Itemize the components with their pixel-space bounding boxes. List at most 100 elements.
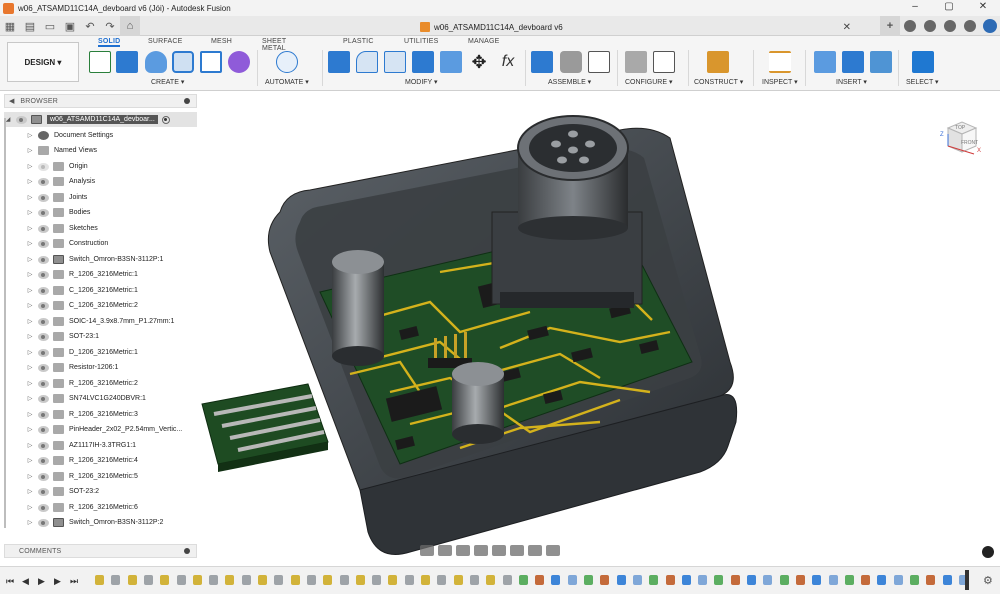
- timeline-feature-icon[interactable]: [844, 575, 854, 585]
- expand-triangle-icon[interactable]: ▷: [26, 504, 34, 511]
- visibility-eye-icon[interactable]: [38, 518, 49, 527]
- visibility-eye-icon[interactable]: [38, 456, 49, 465]
- timeline-feature-icon[interactable]: [421, 575, 430, 585]
- list-item[interactable]: ▷ C_1206_3216Metric:1: [26, 283, 138, 298]
- timeline-settings-icon[interactable]: ⚙: [983, 574, 993, 587]
- construct-group-label[interactable]: CONSTRUCT ▾: [694, 78, 743, 86]
- new-component-icon[interactable]: [531, 51, 553, 73]
- visibility-eye-icon[interactable]: [38, 441, 49, 450]
- tab-surface[interactable]: SURFACE: [148, 38, 182, 45]
- timeline-feature-icon[interactable]: [926, 575, 936, 585]
- list-item[interactable]: ▷ Construction: [26, 236, 108, 251]
- form-icon[interactable]: [228, 51, 250, 73]
- select-cursor-icon[interactable]: [912, 51, 934, 73]
- inspect-group-label[interactable]: INSPECT ▾: [762, 78, 798, 86]
- tab-mesh[interactable]: MESH: [211, 38, 232, 45]
- save-icon[interactable]: ▣: [60, 16, 80, 36]
- zoom-window-icon[interactable]: [492, 545, 506, 556]
- app-grid-icon[interactable]: ▦: [0, 16, 20, 36]
- offset-plane-icon[interactable]: [707, 51, 729, 73]
- timeline-feature-icon[interactable]: [111, 575, 121, 585]
- timeline-feature-icon[interactable]: [127, 575, 137, 585]
- list-item[interactable]: ▷ Document Settings: [26, 128, 113, 143]
- browser-options-icon[interactable]: [184, 98, 190, 104]
- visibility-eye-icon[interactable]: [38, 363, 49, 372]
- expand-triangle-icon[interactable]: ▷: [26, 256, 34, 263]
- close-tab-icon[interactable]: ✕: [843, 22, 851, 33]
- expand-triangle-icon[interactable]: ▷: [26, 380, 34, 387]
- select-group-label[interactable]: SELECT ▾: [906, 78, 939, 86]
- timeline-feature-icon[interactable]: [763, 575, 773, 585]
- visibility-eye-icon[interactable]: [38, 270, 49, 279]
- expand-triangle-icon[interactable]: ▷: [26, 488, 34, 495]
- visibility-eye-icon[interactable]: [38, 239, 49, 248]
- expand-triangle-icon[interactable]: ▷: [26, 395, 34, 402]
- combine-icon[interactable]: [440, 51, 462, 73]
- insert-group-label[interactable]: INSERT ▾: [836, 78, 867, 86]
- tab-plastic[interactable]: PLASTIC: [343, 38, 374, 45]
- timeline-feature-icon[interactable]: [632, 575, 642, 585]
- timeline-feature-icon[interactable]: [877, 575, 887, 585]
- press-pull-icon[interactable]: [328, 51, 350, 73]
- timeline-feature-icon[interactable]: [681, 575, 691, 585]
- move-copy-icon[interactable]: ✥: [468, 51, 490, 73]
- timeline-feature-icon[interactable]: [437, 575, 447, 585]
- list-item[interactable]: ▷ R_1206_3216Metric:5: [26, 469, 138, 484]
- timeline-feature-icon[interactable]: [812, 575, 822, 585]
- zoom-icon[interactable]: [474, 545, 488, 556]
- list-item[interactable]: ▷ Origin: [26, 159, 88, 174]
- comments-panel-header[interactable]: COMMENTS: [4, 544, 197, 558]
- revolve-icon[interactable]: [145, 51, 167, 73]
- tab-manage[interactable]: MANAGE: [468, 38, 500, 45]
- collapse-arrow-icon[interactable]: ◀: [9, 97, 14, 105]
- visibility-eye-icon[interactable]: [38, 301, 49, 310]
- expand-triangle-icon[interactable]: ▷: [26, 411, 34, 418]
- expand-triangle-icon[interactable]: ▷: [26, 147, 34, 154]
- chat-icon[interactable]: [982, 546, 994, 558]
- list-item[interactable]: ▷ Joints: [26, 190, 87, 205]
- expand-triangle-icon[interactable]: ▷: [26, 473, 34, 480]
- insert-canvas-icon[interactable]: [870, 51, 892, 73]
- timeline-feature-icon[interactable]: [502, 575, 512, 585]
- expand-triangle-icon[interactable]: ▷: [26, 194, 34, 201]
- list-item[interactable]: ▷ R_1206_3216Metric:6: [26, 500, 138, 515]
- assemble-group-label[interactable]: ASSEMBLE ▾: [548, 78, 591, 86]
- list-item[interactable]: ▷ Resistor-1206:1: [26, 360, 118, 375]
- list-item[interactable]: ▷ Switch_Omron-B3SN-3112P:1: [26, 252, 163, 267]
- visibility-eye-icon[interactable]: [16, 115, 27, 124]
- viewports-icon[interactable]: [546, 545, 560, 556]
- timeline-feature-icon[interactable]: [306, 575, 316, 585]
- timeline-feature-icon[interactable]: [469, 575, 479, 585]
- list-item[interactable]: ▷ Analysis: [26, 174, 95, 189]
- timeline-feature-icon[interactable]: [535, 575, 545, 585]
- timeline-feature-icon[interactable]: [714, 575, 724, 585]
- tab-sheet-metal[interactable]: SHEET METAL: [262, 38, 286, 52]
- document-tab[interactable]: w06_ATSAMD11C14A_devboard v6 ✕: [420, 18, 851, 36]
- timeline-feature-icon[interactable]: [290, 575, 300, 585]
- expand-triangle-icon[interactable]: ▷: [26, 132, 34, 139]
- visibility-eye-icon[interactable]: [38, 224, 49, 233]
- timeline-feature-icon[interactable]: [698, 575, 708, 585]
- browser-scrollbar[interactable]: [4, 118, 6, 528]
- orbit-icon[interactable]: [420, 545, 434, 556]
- list-item[interactable]: ▷ R_1206_3216Metric:4: [26, 453, 138, 468]
- expand-triangle-icon[interactable]: ▷: [26, 209, 34, 216]
- expand-triangle-icon[interactable]: ▷: [26, 318, 34, 325]
- measure-icon[interactable]: [769, 51, 791, 73]
- timeline-feature-icon[interactable]: [730, 575, 740, 585]
- tab-utilities[interactable]: UTILITIES: [404, 38, 438, 45]
- timeline-feature-icon[interactable]: [584, 575, 593, 585]
- automate-icon[interactable]: [276, 51, 298, 73]
- timeline-feature-icon[interactable]: [486, 575, 496, 585]
- timeline-feature-icon[interactable]: [665, 575, 675, 585]
- timeline-feature-icon[interactable]: [225, 575, 235, 585]
- look-at-icon[interactable]: [438, 545, 452, 556]
- timeline-feature-icon[interactable]: [649, 575, 659, 585]
- expand-triangle-icon[interactable]: ▷: [26, 349, 34, 356]
- timeline-feature-icon[interactable]: [143, 575, 153, 585]
- list-item[interactable]: ▷ Switch_Omron-B3SN-3112P:2: [26, 515, 163, 530]
- timeline-feature-icon[interactable]: [241, 575, 251, 585]
- configure-icon[interactable]: [625, 51, 647, 73]
- timeline-feature-icon[interactable]: [355, 575, 365, 585]
- timeline-feature-icon[interactable]: [404, 575, 414, 585]
